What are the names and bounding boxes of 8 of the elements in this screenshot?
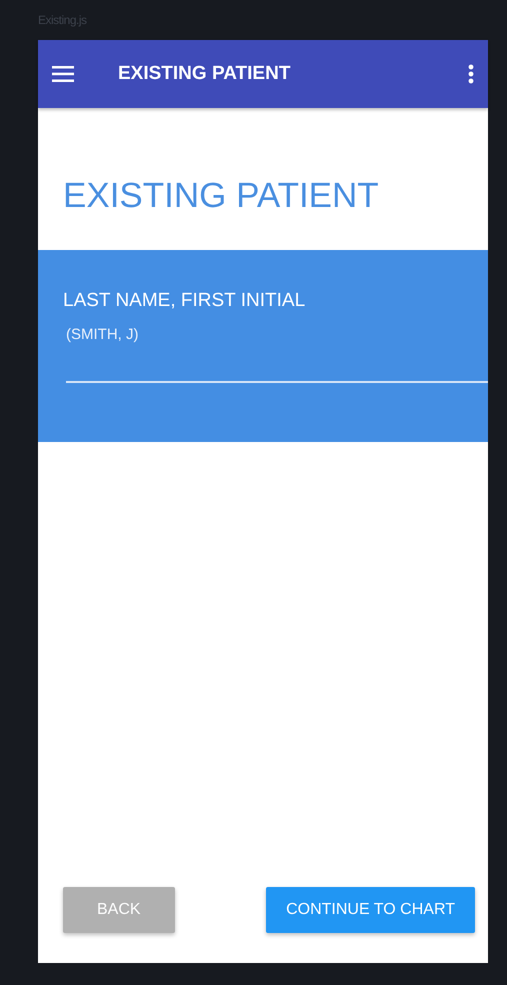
more-icon[interactable] (468, 64, 474, 84)
app-bar-title: EXISTING PATIENT (118, 63, 292, 85)
name-input[interactable]: (SMITH, J) (66, 326, 488, 343)
field-label: LAST NAME, FIRST INITIAL (63, 290, 306, 312)
menu-icon[interactable] (52, 66, 74, 82)
page-heading: EXISTING PATIENT (63, 176, 380, 216)
name-input-field[interactable]: (SMITH, J) (66, 326, 488, 383)
continue-button[interactable]: CONTINUE TO CHART (266, 887, 475, 933)
